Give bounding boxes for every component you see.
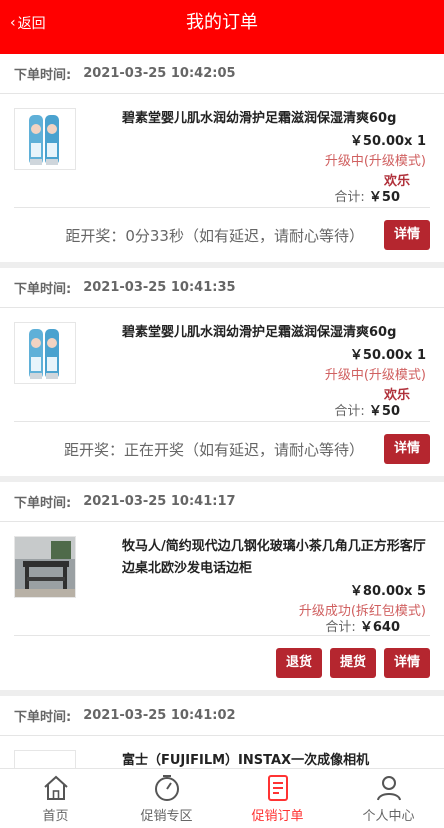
unit-price: ￥50.00x 1 <box>349 134 426 149</box>
order-card: 下单时间: 2021-03-25 10:41:17 牧马人/简约现代边几钢化玻璃… <box>0 482 444 690</box>
product-image[interactable] <box>14 750 76 768</box>
order-time-row: 下单时间: 2021-03-25 10:41:17 <box>0 482 444 522</box>
total-label: 合计: <box>334 404 365 419</box>
order-time-value: 2021-03-25 10:41:35 <box>83 280 236 295</box>
tab-label: 个人中心 <box>362 809 415 824</box>
order-time-label: 下单时间: <box>14 496 72 511</box>
user-icon <box>376 776 401 801</box>
page-title: 我的订单 <box>186 12 258 33</box>
order-time-row: 下单时间: 2021-03-25 10:42:05 <box>0 54 444 94</box>
timer-icon <box>154 775 179 801</box>
order-item[interactable]: 牧马人/简约现代边几钢化玻璃小茶几角几正方形客厅边桌北欧沙发电话边柜 ￥80.0… <box>14 522 430 636</box>
order-total: 合计: ￥50 <box>334 400 400 419</box>
tab-label: 促销专区 <box>140 809 193 824</box>
tab-label: 首页 <box>42 809 69 824</box>
order-time-row: 下单时间: 2021-03-25 10:41:35 <box>0 268 444 308</box>
total-label: 合计: <box>325 620 356 635</box>
order-time-value: 2021-03-25 10:41:17 <box>83 494 236 509</box>
total-amount: ￥50 <box>368 190 400 205</box>
order-status: 升级中(升级模式) <box>324 154 426 169</box>
order-actions: 退货 提货 详情 <box>0 636 444 690</box>
draw-countdown: 距开奖：0分33秒（如有延迟，请耐心等待） <box>65 226 364 245</box>
order-actions: 距开奖：正在开奖（如有延迟，请耐心等待） 详情 <box>0 422 444 476</box>
tab-profile[interactable]: 个人中心 <box>333 769 444 828</box>
tab-home[interactable]: 首页 <box>0 769 111 828</box>
product-name[interactable]: 碧素堂婴儿肌水润幼滑护足霜滋润保湿清爽60g <box>122 322 426 344</box>
order-time-value: 2021-03-25 10:42:05 <box>83 66 236 81</box>
order-item[interactable]: 碧素堂婴儿肌水润幼滑护足霜滋润保湿清爽60g ￥50.00x 1 升级中(升级模… <box>14 308 430 422</box>
product-image[interactable] <box>14 536 76 598</box>
order-time-label: 下单时间: <box>14 68 72 83</box>
bottom-tab-bar: 首页 促销专区 促销订单 个人中心 <box>0 768 444 828</box>
order-time-label: 下单时间: <box>14 710 72 725</box>
pickup-button[interactable]: 提货 <box>329 648 376 678</box>
total-amount: ￥640 <box>359 620 400 635</box>
order-total: 合计: ￥50 <box>334 186 400 205</box>
details-button[interactable]: 详情 <box>383 220 430 250</box>
product-name[interactable]: 牧马人/简约现代边几钢化玻璃小茶几角几正方形客厅边桌北欧沙发电话边柜 <box>122 536 426 580</box>
tab-label: 促销订单 <box>251 809 304 824</box>
unit-price: ￥50.00x 1 <box>349 348 426 363</box>
product-image[interactable] <box>14 322 76 384</box>
order-card: 下单时间: 2021-03-25 10:41:35 碧素堂婴儿肌水润幼滑护足霜滋… <box>0 268 444 476</box>
draw-countdown: 距开奖：正在开奖（如有延迟，请耐心等待） <box>63 440 364 459</box>
product-name[interactable]: 富士（FUJIFILM）INSTAX一次成像相机 <box>122 750 426 768</box>
top-bar: ‹ 返回 我的订单 <box>0 0 444 54</box>
tab-promo-orders[interactable]: 促销订单 <box>222 769 333 828</box>
order-item[interactable]: 碧素堂婴儿肌水润幼滑护足霜滋润保湿清爽60g ￥50.00x 1 升级中(升级模… <box>14 94 430 208</box>
order-card: 下单时间: 2021-03-25 10:41:02 富士（FUJIFILM）IN… <box>0 696 444 768</box>
order-time-value: 2021-03-25 10:41:02 <box>83 708 236 723</box>
unit-price: ￥80.00x 5 <box>349 584 426 599</box>
order-status: 升级中(升级模式) <box>324 368 426 383</box>
order-list[interactable]: 下单时间: 2021-03-25 10:42:05 碧素堂婴儿肌水润幼滑护足霜滋… <box>0 54 444 768</box>
order-doc-icon <box>267 775 288 801</box>
details-button[interactable]: 详情 <box>383 434 430 464</box>
details-button[interactable]: 详情 <box>383 648 430 678</box>
order-time-row: 下单时间: 2021-03-25 10:41:02 <box>0 696 444 736</box>
product-image[interactable] <box>14 108 76 170</box>
return-button[interactable]: 退货 <box>275 648 322 678</box>
order-total: 合计: ￥640 <box>325 616 400 635</box>
tab-promotion[interactable]: 促销专区 <box>111 769 222 828</box>
order-actions: 距开奖：0分33秒（如有延迟，请耐心等待） 详情 <box>0 208 444 262</box>
order-item[interactable]: 富士（FUJIFILM）INSTAX一次成像相机 <box>14 736 430 768</box>
product-name[interactable]: 碧素堂婴儿肌水润幼滑护足霜滋润保湿清爽60g <box>122 108 426 130</box>
home-icon <box>43 775 68 800</box>
total-amount: ￥50 <box>368 404 400 419</box>
total-label: 合计: <box>334 190 365 205</box>
order-card: 下单时间: 2021-03-25 10:42:05 碧素堂婴儿肌水润幼滑护足霜滋… <box>0 54 444 262</box>
order-time-label: 下单时间: <box>14 282 72 297</box>
